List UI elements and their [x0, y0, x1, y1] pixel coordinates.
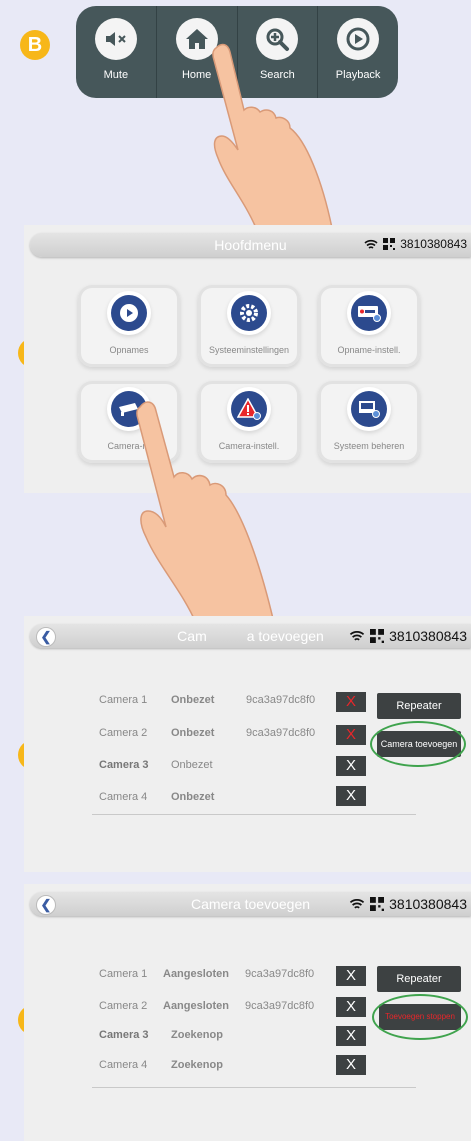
highlight-ring — [372, 994, 468, 1040]
device-id: 3810380843 — [400, 237, 467, 251]
camera-name: Camera 4 — [99, 791, 148, 803]
divider — [92, 814, 416, 815]
remove-camera-button[interactable]: X — [336, 725, 366, 745]
rec-settings-icon — [351, 295, 387, 331]
title-bar: ❮ Cam a toevoegen 3810380843 — [30, 624, 471, 648]
wifi-icon — [349, 898, 365, 909]
add-camera-screen-e: ❮ Camera toevoegen 3810380843 Camera 1 A… — [24, 884, 471, 1141]
camera-status: Zoekenop — [171, 1059, 223, 1071]
camera-name: Camera 4 — [99, 1059, 148, 1071]
remove-camera-button[interactable]: X — [336, 997, 366, 1017]
device-id: 3810380843 — [389, 628, 467, 644]
remove-camera-button[interactable]: X — [336, 966, 366, 986]
qr-code-icon — [370, 629, 385, 643]
pointing-hand-icon — [136, 401, 275, 624]
status-area: 3810380843 — [349, 896, 467, 912]
camera-status: Zoekenop — [171, 1029, 223, 1041]
playback-icon — [337, 18, 380, 60]
tile-opname-instellingen[interactable]: Opname-instell. — [318, 285, 420, 367]
qr-code-icon — [370, 897, 385, 911]
tile-label: Opnames — [109, 345, 149, 355]
title-part: a toevoegen — [246, 628, 324, 644]
camera-status: Onbezet — [171, 694, 215, 706]
step-badge-b: B — [20, 30, 50, 60]
camera-status: Onbezet — [171, 727, 215, 739]
title-part: Cam — [177, 628, 207, 644]
qr-code-icon — [383, 238, 396, 250]
repeater-button[interactable]: Repeater — [377, 966, 461, 992]
camera-name: Camera 2 — [99, 1000, 148, 1012]
camera-name: Camera 3 — [99, 1029, 149, 1041]
camera-name: Camera 1 — [99, 968, 148, 980]
wifi-icon — [364, 239, 378, 249]
mute-button[interactable]: Mute — [76, 6, 157, 98]
tile-systeeminstellingen[interactable]: Systeeminstellingen — [198, 285, 300, 367]
remove-camera-button[interactable]: X — [336, 1026, 366, 1046]
camera-name: Camera 2 — [99, 727, 148, 739]
camera-name: Camera 3 — [99, 759, 149, 771]
remove-camera-button[interactable]: X — [336, 786, 366, 806]
repeater-button[interactable]: Repeater — [377, 693, 461, 719]
camera-code: 9ca3a97dc8f0 — [246, 694, 316, 706]
highlight-ring — [370, 721, 466, 767]
playback-label: Playback — [335, 69, 381, 81]
wifi-icon — [349, 630, 365, 641]
title-bar: ❮ Camera toevoegen 3810380843 — [30, 892, 471, 916]
camera-status: Aangesloten — [163, 968, 230, 980]
status-area: 3810380843 — [349, 628, 467, 644]
camera-code: 9ca3a97dc8f0 — [245, 1000, 315, 1012]
title-bar: Hoofdmenu 3810380843 — [30, 233, 471, 257]
camera-status: Onbezet — [171, 759, 213, 771]
tile-label: Systeem beheren — [333, 441, 405, 451]
tile-label: Systeeminstellingen — [208, 345, 290, 355]
gear-icon — [231, 295, 267, 331]
add-camera-screen-d: ❮ Cam a toevoegen 3810380843 Camera 1 Onb… — [24, 616, 471, 872]
camera-code: 9ca3a97dc8f0 — [245, 968, 315, 980]
mute-icon — [94, 18, 137, 60]
tile-opnames[interactable]: Opnames — [78, 285, 180, 367]
remove-camera-button[interactable]: X — [336, 692, 366, 712]
play-icon — [111, 295, 147, 331]
divider — [92, 1087, 416, 1088]
status-area: 3810380843 — [364, 237, 467, 251]
camera-status: Aangesloten — [163, 1000, 230, 1012]
camera-name: Camera 1 — [99, 694, 148, 706]
tile-label: Opname-instell. — [337, 345, 401, 355]
camera-code: 9ca3a97dc8f0 — [246, 727, 316, 739]
camera-status: Onbezet — [171, 791, 215, 803]
remove-camera-button[interactable]: X — [336, 756, 366, 776]
pointing-hand-icon — [212, 43, 333, 229]
remove-camera-button[interactable]: X — [336, 1055, 366, 1075]
device-id: 3810380843 — [389, 896, 467, 912]
tile-systeem-beheren[interactable]: Systeem beheren — [318, 381, 420, 463]
mute-label: Mute — [103, 69, 129, 81]
system-manage-icon — [351, 391, 387, 427]
